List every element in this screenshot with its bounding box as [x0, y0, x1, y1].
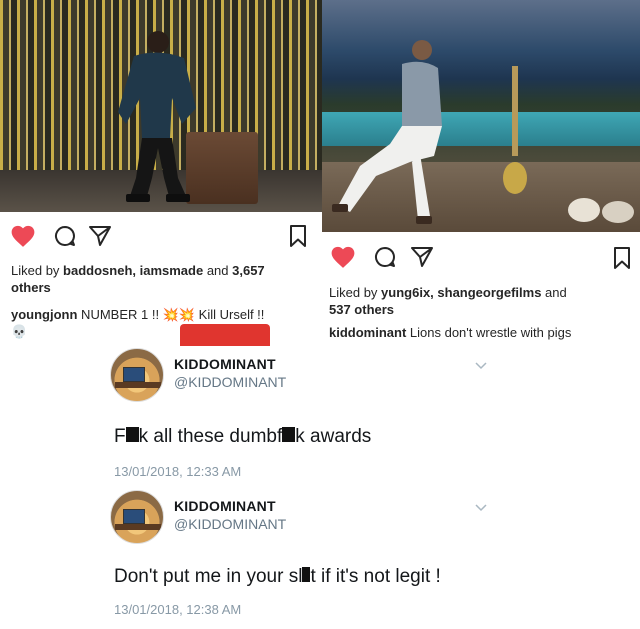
likes-text-left: Liked by baddosneh, iamsmade and 3,657 o… [11, 262, 311, 296]
tweet-text-part-2: t if it's not legit ! [310, 566, 441, 587]
tweet-timestamp[interactable]: 13/01/2018, 12:33 AM [114, 464, 241, 479]
tweet-text: Don't put me in your sl t if it's not leg… [114, 566, 441, 588]
caption-text: NUMBER 1 !! [77, 307, 163, 322]
tweet-display-name[interactable]: KIDDOMINANT [174, 498, 276, 514]
caption-text: Lions don't wrestle with pigs [406, 325, 572, 340]
avatar-desk [115, 382, 161, 388]
instagram-post-left: Liked by baddosneh, iamsmade and 3,657 o… [0, 0, 322, 346]
avatar[interactable] [110, 348, 164, 402]
avatar-screen [123, 509, 145, 524]
tweet-handle[interactable]: @KIDDOMINANT [174, 516, 286, 532]
post-photo-right[interactable] [322, 0, 640, 232]
instagram-post-right: Liked by yung6ix, shangeorgefilms and 53… [322, 0, 640, 345]
avatar[interactable] [110, 490, 164, 544]
heart-icon[interactable] [330, 245, 356, 269]
post-actions-right [330, 245, 434, 269]
tweet-display-name[interactable]: KIDDOMINANT [174, 356, 276, 372]
post-actions-left [10, 224, 112, 248]
caption-username[interactable]: kiddominant [329, 325, 406, 340]
post-photo-left[interactable] [0, 0, 322, 212]
photo-rocks [568, 198, 634, 223]
likes-suffix[interactable]: others [11, 280, 51, 295]
explosion-emoji-icon: 💥💥 [162, 307, 196, 322]
bookmark-icon[interactable] [612, 246, 632, 270]
caption-username[interactable]: youngjonn [11, 307, 77, 322]
likes-and: and [203, 263, 233, 278]
likes-users[interactable]: baddosneh, iamsmade [63, 263, 203, 278]
likes-prefix: Liked by [11, 263, 64, 278]
comment-icon[interactable] [52, 224, 78, 248]
bookmark-icon[interactable] [288, 224, 308, 248]
caption-right: kiddominant Lions don't wrestle with pig… [329, 324, 639, 341]
likes-count[interactable]: 3,657 [232, 263, 265, 278]
tweet-text-part-2: k all these dumbf [138, 426, 283, 447]
avatar-desk [115, 524, 161, 530]
photo-man [332, 40, 442, 224]
likes-users[interactable]: yung6ix, shangeorgefilms [381, 285, 541, 300]
share-icon[interactable] [410, 245, 434, 269]
tweet-timestamp[interactable]: 13/01/2018, 12:38 AM [114, 602, 241, 617]
likes-text-right: Liked by yung6ix, shangeorgefilms and 53… [329, 284, 634, 318]
photo-hookah [503, 66, 527, 194]
photo-person [118, 31, 196, 202]
likes-count[interactable]: 537 others [329, 302, 394, 317]
redaction-mark [282, 427, 296, 442]
tweet-text-part-3: k awards [295, 426, 372, 447]
likes-prefix: Liked by [329, 285, 382, 300]
heart-icon[interactable] [10, 224, 36, 248]
tweet-1: KIDDOMINANT @KIDDOMINANT Fk all these du… [110, 346, 510, 486]
tweet-handle[interactable]: @KIDDOMINANT [174, 374, 286, 390]
avatar-screen [123, 367, 145, 382]
tweet-text-part-1: Don't put me in your sl [114, 566, 303, 587]
tweet-text: Fk all these dumbf k awards [114, 426, 371, 448]
share-icon[interactable] [88, 224, 112, 248]
follow-button[interactable] [180, 324, 270, 346]
chevron-down-icon[interactable] [474, 358, 488, 372]
likes-and: and [541, 285, 567, 300]
tweet-text-part-1: F [114, 426, 126, 447]
redaction-mark [125, 427, 139, 442]
tweet-2: KIDDOMINANT @KIDDOMINANT Don't put me in… [110, 488, 510, 628]
skull-emoji-icon: 💀 [11, 324, 28, 339]
caption-text-2: Kill Urself !! [195, 307, 265, 322]
chevron-down-icon[interactable] [474, 500, 488, 514]
comment-icon[interactable] [372, 245, 398, 269]
